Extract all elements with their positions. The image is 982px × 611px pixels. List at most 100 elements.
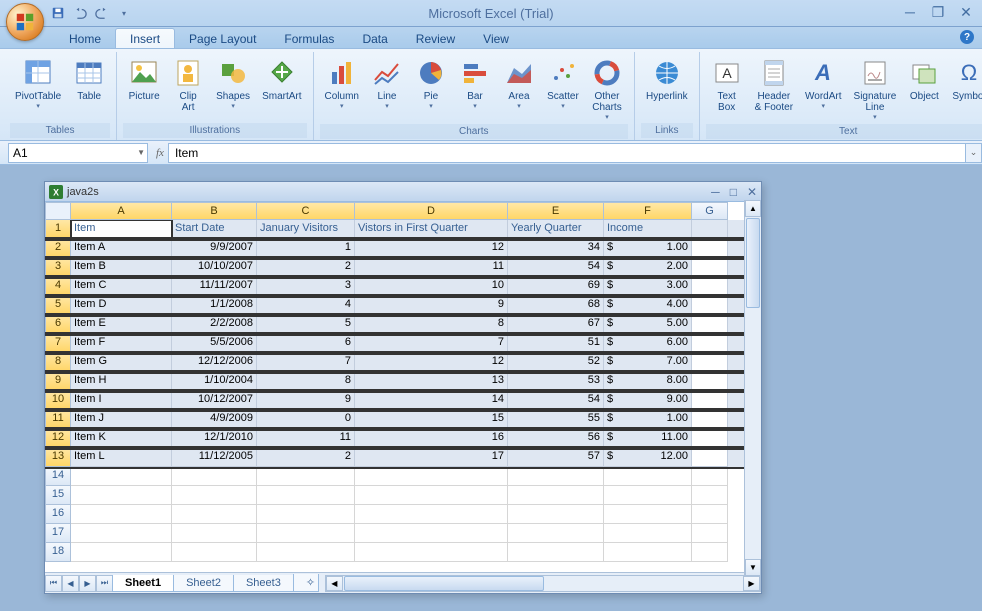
qat-dropdown-icon[interactable]: ▾: [116, 5, 132, 21]
column-header-D[interactable]: D: [355, 202, 508, 220]
cell-E2[interactable]: 34: [508, 239, 604, 258]
chevron-down-icon[interactable]: ▼: [137, 148, 145, 157]
help-icon[interactable]: ?: [960, 30, 974, 44]
column-header-E[interactable]: E: [508, 202, 604, 220]
cell-D17[interactable]: [355, 524, 508, 543]
cell-F15[interactable]: [604, 486, 692, 505]
column-chart-button[interactable]: Column▾: [320, 54, 364, 113]
cell-E10[interactable]: 54: [508, 391, 604, 410]
row-header-5[interactable]: 5: [45, 296, 71, 315]
row-header-2[interactable]: 2: [45, 239, 71, 258]
wb-maximize-button[interactable]: □: [730, 185, 737, 199]
cell-B13[interactable]: 11/12/2005: [172, 448, 257, 467]
redo-icon[interactable]: [94, 5, 110, 21]
new-sheet-button[interactable]: ✧: [293, 574, 319, 592]
cell-A1[interactable]: Item: [71, 220, 172, 239]
cell-E1[interactable]: Yearly Quarter: [508, 220, 604, 239]
scatter-chart-button[interactable]: Scatter▾: [542, 54, 584, 113]
cell-C16[interactable]: [257, 505, 355, 524]
cell-A5[interactable]: Item D: [71, 296, 172, 315]
cell-G5[interactable]: [692, 296, 728, 315]
cell-B5[interactable]: 1/1/2008: [172, 296, 257, 315]
tab-review[interactable]: Review: [402, 29, 469, 48]
row-header-18[interactable]: 18: [45, 543, 71, 562]
cell-F10[interactable]: $9.00: [604, 391, 692, 410]
tab-formulas[interactable]: Formulas: [270, 29, 348, 48]
cell-A4[interactable]: Item C: [71, 277, 172, 296]
sheet-tab-sheet1[interactable]: Sheet1: [112, 575, 174, 592]
formula-input[interactable]: Item: [168, 143, 966, 163]
cell-C18[interactable]: [257, 543, 355, 562]
cell-F6[interactable]: $5.00: [604, 315, 692, 334]
row-header-8[interactable]: 8: [45, 353, 71, 372]
cell-E9[interactable]: 53: [508, 372, 604, 391]
cell-E5[interactable]: 68: [508, 296, 604, 315]
hyperlink-button[interactable]: Hyperlink: [641, 54, 693, 105]
cell-A18[interactable]: [71, 543, 172, 562]
row-header-15[interactable]: 15: [45, 486, 71, 505]
cell-A11[interactable]: Item J: [71, 410, 172, 429]
text-box-button[interactable]: AText Box: [706, 54, 748, 116]
cell-B16[interactable]: [172, 505, 257, 524]
cell-C8[interactable]: 7: [257, 353, 355, 372]
cell-C7[interactable]: 6: [257, 334, 355, 353]
cell-F2[interactable]: $1.00: [604, 239, 692, 258]
cell-E14[interactable]: [508, 467, 604, 486]
cell-D16[interactable]: [355, 505, 508, 524]
row-header-13[interactable]: 13: [45, 448, 71, 467]
cell-E4[interactable]: 69: [508, 277, 604, 296]
row-header-17[interactable]: 17: [45, 524, 71, 543]
cell-B7[interactable]: 5/5/2006: [172, 334, 257, 353]
cell-F17[interactable]: [604, 524, 692, 543]
cell-C4[interactable]: 3: [257, 277, 355, 296]
cell-D5[interactable]: 9: [355, 296, 508, 315]
name-box[interactable]: A1▼: [8, 143, 148, 163]
cell-G16[interactable]: [692, 505, 728, 524]
cell-G17[interactable]: [692, 524, 728, 543]
sheet-tab-sheet3[interactable]: Sheet3: [233, 575, 294, 592]
cell-D15[interactable]: [355, 486, 508, 505]
cell-F7[interactable]: $6.00: [604, 334, 692, 353]
cell-F8[interactable]: $7.00: [604, 353, 692, 372]
cell-E13[interactable]: 57: [508, 448, 604, 467]
sheet-nav-last[interactable]: ⏭: [96, 575, 113, 592]
row-header-4[interactable]: 4: [45, 277, 71, 296]
cell-B2[interactable]: 9/9/2007: [172, 239, 257, 258]
cell-F1[interactable]: Income: [604, 220, 692, 239]
row-header-3[interactable]: 3: [45, 258, 71, 277]
scroll-up-icon[interactable]: ▲: [745, 200, 761, 217]
cell-E17[interactable]: [508, 524, 604, 543]
minimize-button[interactable]: ─: [902, 4, 918, 20]
pivot-table-button[interactable]: PivotTable▾: [10, 54, 66, 113]
cell-A15[interactable]: [71, 486, 172, 505]
area-chart-button[interactable]: Area▾: [498, 54, 540, 113]
cell-B8[interactable]: 12/12/2006: [172, 353, 257, 372]
tab-page-layout[interactable]: Page Layout: [175, 29, 270, 48]
cell-B1[interactable]: Start Date: [172, 220, 257, 239]
column-header-C[interactable]: C: [257, 202, 355, 220]
row-header-1[interactable]: 1: [45, 220, 71, 239]
cell-A7[interactable]: Item F: [71, 334, 172, 353]
wb-close-button[interactable]: ✕: [747, 185, 757, 199]
pie-chart-button[interactable]: Pie▾: [410, 54, 452, 113]
row-header-12[interactable]: 12: [45, 429, 71, 448]
office-button[interactable]: [6, 3, 44, 41]
row-header-14[interactable]: 14: [45, 467, 71, 486]
column-header-A[interactable]: A: [71, 202, 172, 220]
cell-G3[interactable]: [692, 258, 728, 277]
cell-F14[interactable]: [604, 467, 692, 486]
cell-A16[interactable]: [71, 505, 172, 524]
scroll-down-icon[interactable]: ▼: [745, 559, 761, 576]
cell-F3[interactable]: $2.00: [604, 258, 692, 277]
cell-D8[interactable]: 12: [355, 353, 508, 372]
cell-D6[interactable]: 8: [355, 315, 508, 334]
cell-E6[interactable]: 67: [508, 315, 604, 334]
cell-A12[interactable]: Item K: [71, 429, 172, 448]
cell-C5[interactable]: 4: [257, 296, 355, 315]
cell-A9[interactable]: Item H: [71, 372, 172, 391]
row-header-9[interactable]: 9: [45, 372, 71, 391]
cell-A10[interactable]: Item I: [71, 391, 172, 410]
cell-G14[interactable]: [692, 467, 728, 486]
smart-art-button[interactable]: SmartArt: [257, 54, 306, 105]
cell-E16[interactable]: [508, 505, 604, 524]
